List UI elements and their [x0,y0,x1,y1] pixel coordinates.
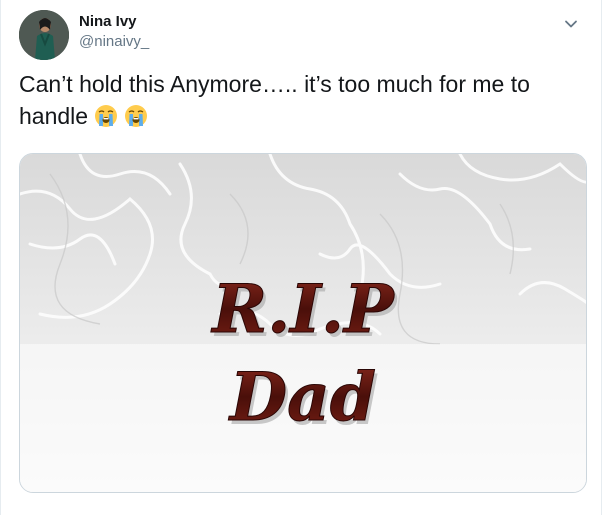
loudly-crying-face-icon [124,104,148,128]
display-name[interactable]: Nina Ivy [79,12,149,32]
tweet-header: Nina Ivy @ninaivy_ [19,10,587,62]
loudly-crying-face-icon [94,104,118,128]
tweet-text: Can’t hold this Anymore….. it’s too much… [19,68,579,132]
chevron-down-icon[interactable] [559,12,583,36]
tweet-image[interactable]: R.I.P R.I.P Dad Dad [19,153,587,493]
tweet-card: Nina Ivy @ninaivy_ Can’t hold this Anymo… [0,0,602,515]
avatar[interactable] [19,10,69,60]
rip-text: R.I.P [210,270,396,348]
dad-text: Dad [228,358,376,436]
user-names: Nina Ivy @ninaivy_ [79,12,149,52]
user-handle[interactable]: @ninaivy_ [79,32,149,52]
